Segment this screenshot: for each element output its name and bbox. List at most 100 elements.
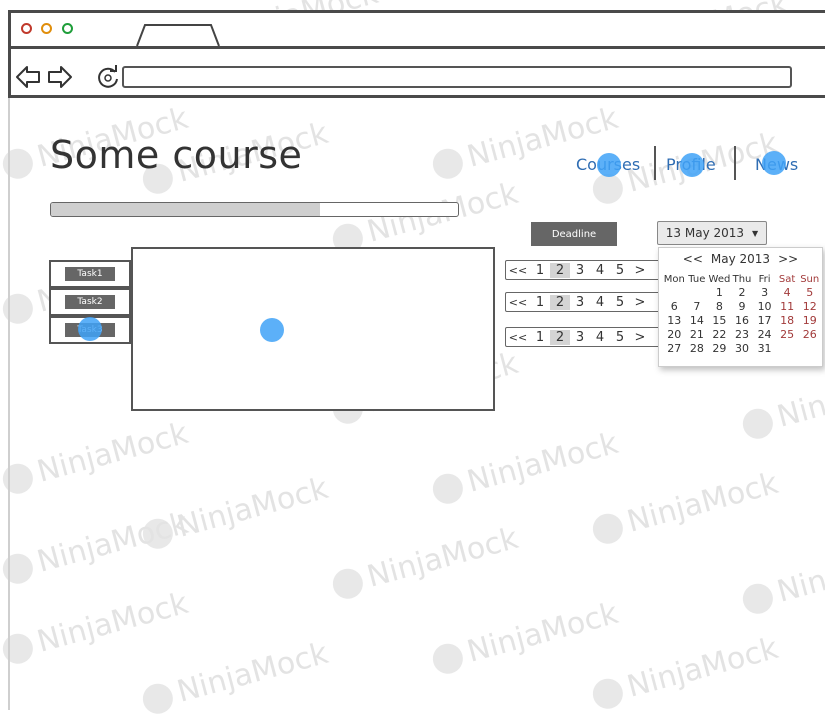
ninja-icon bbox=[739, 404, 777, 442]
pagination-first-button[interactable]: << bbox=[506, 296, 530, 309]
pagination-page-4[interactable]: 4 bbox=[590, 295, 610, 310]
pagination-page-1[interactable]: 1 bbox=[530, 263, 550, 278]
calendar-weekday: Wed bbox=[708, 274, 731, 285]
minimize-window-dot[interactable] bbox=[41, 23, 52, 34]
page-left-border bbox=[8, 98, 10, 710]
calendar-day[interactable]: 25 bbox=[776, 328, 799, 341]
click-hotspot bbox=[680, 153, 704, 177]
calendar-grid: Mon Tue Wed Thu Fri Sat Sun 1 2 3 4 5 6 7 8 9 10 11 12 13 14… bbox=[663, 274, 821, 355]
course-progress-bar bbox=[50, 202, 459, 217]
watermark: NinjaMock bbox=[329, 521, 522, 604]
nav-divider bbox=[654, 146, 656, 180]
calendar-day[interactable]: 9 bbox=[731, 300, 754, 313]
pagination-page-5[interactable]: 5 bbox=[610, 330, 630, 345]
ninja-icon bbox=[0, 289, 37, 327]
pagination-page-3[interactable]: 3 bbox=[570, 330, 590, 345]
calendar-day[interactable]: 5 bbox=[798, 286, 821, 299]
task-button-1[interactable]: Task1 bbox=[65, 267, 115, 281]
watermark: NinjaMock bbox=[0, 506, 192, 589]
calendar-weekday: Sun bbox=[800, 274, 820, 285]
pagination: << 1 2 3 4 5 > bbox=[505, 260, 665, 280]
watermark: NinjaMock bbox=[429, 426, 622, 509]
calendar-day[interactable]: 1 bbox=[708, 286, 731, 299]
pagination-next-button[interactable]: > bbox=[630, 330, 650, 345]
maximize-window-dot[interactable] bbox=[62, 23, 73, 34]
calendar-day[interactable]: 31 bbox=[753, 342, 776, 355]
calendar-day[interactable]: 6 bbox=[663, 300, 686, 313]
pagination-first-button[interactable]: << bbox=[506, 331, 530, 344]
calendar-prev-button[interactable]: << bbox=[683, 252, 703, 266]
watermark: NinjaMock bbox=[139, 471, 332, 554]
calendar-day[interactable]: 3 bbox=[753, 286, 776, 299]
pagination-page-2[interactable]: 2 bbox=[550, 262, 570, 278]
calendar-day[interactable]: 18 bbox=[776, 314, 799, 327]
pagination-next-button[interactable]: > bbox=[630, 295, 650, 310]
calendar-day[interactable]: 10 bbox=[753, 300, 776, 313]
calendar-day[interactable]: 26 bbox=[798, 328, 821, 341]
calendar-header: << May 2013 >> bbox=[659, 252, 822, 266]
pagination-page-2[interactable]: 2 bbox=[550, 329, 570, 345]
calendar-day[interactable]: 4 bbox=[776, 286, 799, 299]
calendar-day[interactable]: 7 bbox=[686, 300, 709, 313]
calendar-day[interactable]: 8 bbox=[708, 300, 731, 313]
calendar-weekday: Mon bbox=[663, 274, 685, 285]
forward-arrow-icon[interactable] bbox=[46, 63, 74, 91]
pagination-next-button[interactable]: > bbox=[630, 263, 650, 278]
pagination-page-3[interactable]: 3 bbox=[570, 263, 590, 278]
title-bar-divider bbox=[8, 46, 825, 49]
ninja-icon bbox=[589, 674, 627, 712]
pagination-first-button[interactable]: << bbox=[506, 264, 530, 277]
calendar-day[interactable]: 29 bbox=[708, 342, 731, 355]
calendar-day[interactable]: 23 bbox=[731, 328, 754, 341]
calendar-day[interactable]: 22 bbox=[708, 328, 731, 341]
calendar-day[interactable]: 11 bbox=[776, 300, 799, 313]
pagination-page-5[interactable]: 5 bbox=[610, 263, 630, 278]
calendar-day[interactable]: 21 bbox=[686, 328, 709, 341]
deadline-button[interactable]: Deadline bbox=[531, 222, 617, 246]
calendar-day[interactable]: 2 bbox=[731, 286, 754, 299]
calendar-day[interactable]: 17 bbox=[753, 314, 776, 327]
pagination-page-2[interactable]: 2 bbox=[550, 294, 570, 310]
ninja-icon bbox=[139, 514, 177, 552]
pagination-page-3[interactable]: 3 bbox=[570, 295, 590, 310]
ninja-icon bbox=[429, 144, 467, 182]
calendar-day[interactable]: 19 bbox=[798, 314, 821, 327]
calendar-day[interactable]: 15 bbox=[708, 314, 731, 327]
calendar-day[interactable]: 12 bbox=[798, 300, 821, 313]
date-select[interactable]: 13 May 2013 ▼ bbox=[657, 221, 767, 245]
calendar-day[interactable]: 27 bbox=[663, 342, 686, 355]
watermark: NinjaMock bbox=[0, 586, 192, 669]
task-button-2[interactable]: Task2 bbox=[65, 295, 115, 309]
watermark: NinjaMock bbox=[589, 466, 782, 549]
ninja-icon bbox=[739, 579, 777, 617]
back-arrow-icon[interactable] bbox=[14, 63, 42, 91]
ninja-icon bbox=[139, 679, 177, 717]
calendar-day[interactable]: 13 bbox=[663, 314, 686, 327]
calendar-day[interactable]: 30 bbox=[731, 342, 754, 355]
pagination-page-1[interactable]: 1 bbox=[530, 295, 550, 310]
pagination-page-5[interactable]: 5 bbox=[610, 295, 630, 310]
calendar-day[interactable]: 20 bbox=[663, 328, 686, 341]
click-hotspot bbox=[260, 318, 284, 342]
watermark: NinjaMock bbox=[739, 361, 825, 444]
calendar-next-button[interactable]: >> bbox=[778, 252, 798, 266]
calendar-day[interactable]: 14 bbox=[686, 314, 709, 327]
task-content-panel bbox=[131, 247, 495, 411]
pagination-page-1[interactable]: 1 bbox=[530, 330, 550, 345]
page-title: Some course bbox=[50, 133, 303, 177]
calendar-day[interactable]: 24 bbox=[753, 328, 776, 341]
address-bar[interactable] bbox=[122, 66, 792, 88]
pagination: << 1 2 3 4 5 > bbox=[505, 292, 665, 312]
calendar-day[interactable]: 28 bbox=[686, 342, 709, 355]
calendar-blank bbox=[686, 286, 709, 299]
calendar-weekday: Fri bbox=[758, 274, 771, 285]
close-window-dot[interactable] bbox=[21, 23, 32, 34]
calendar-day[interactable]: 16 bbox=[731, 314, 754, 327]
browser-tab[interactable] bbox=[135, 23, 221, 47]
pagination: << 1 2 3 4 5 > bbox=[505, 327, 665, 347]
reload-icon[interactable] bbox=[94, 63, 122, 91]
calendar-weekday: Thu bbox=[732, 274, 752, 285]
pagination-page-4[interactable]: 4 bbox=[590, 263, 610, 278]
ninja-icon bbox=[329, 564, 367, 602]
pagination-page-4[interactable]: 4 bbox=[590, 330, 610, 345]
